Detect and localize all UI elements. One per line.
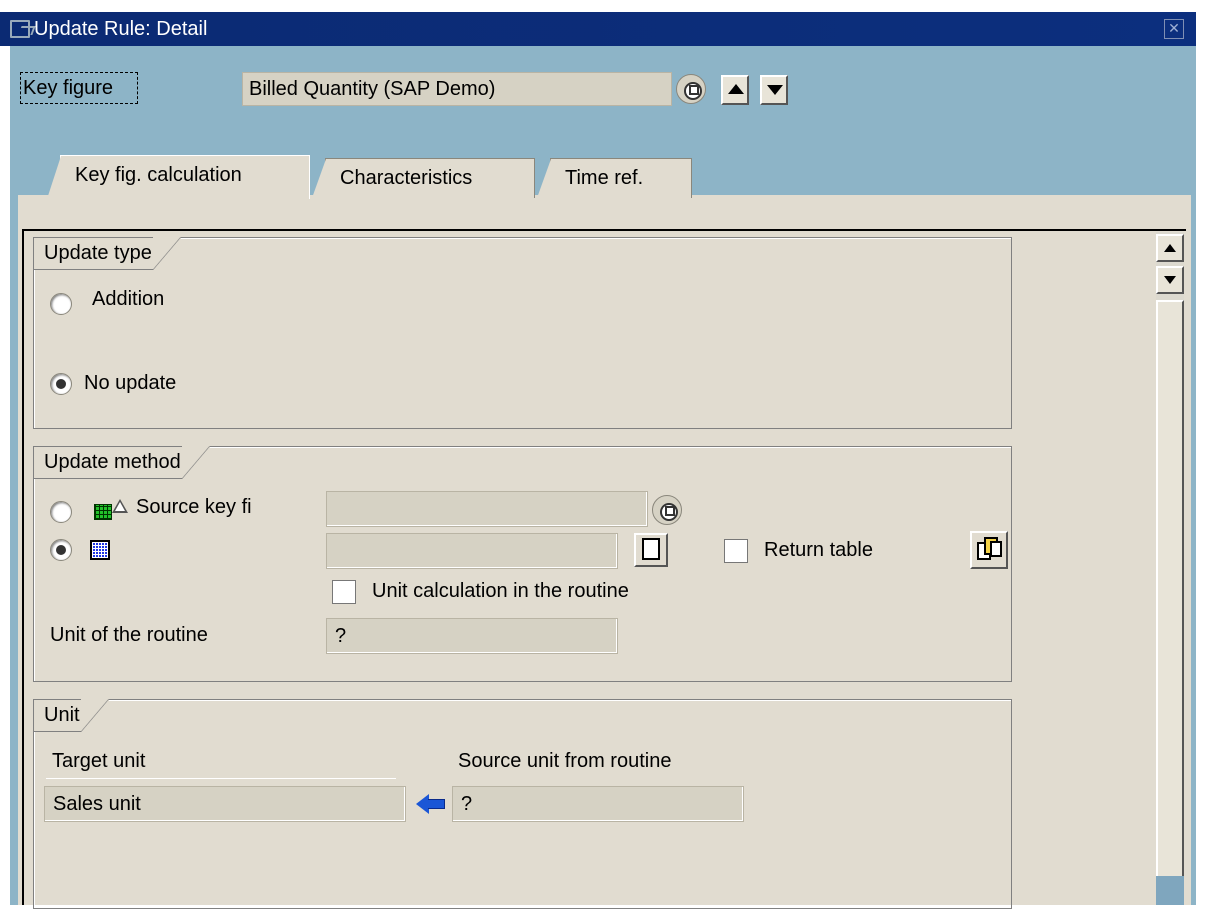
- group-title: Unit: [34, 699, 109, 732]
- scroll-down-button[interactable]: [1156, 266, 1184, 294]
- right-margin: [1196, 0, 1224, 905]
- group-title: Update method: [34, 446, 210, 479]
- source-key-figure-field[interactable]: [326, 491, 648, 527]
- unit-of-routine-field[interactable]: ?: [326, 618, 618, 654]
- key-figure-label: Key figure: [20, 72, 138, 104]
- routine-field[interactable]: [326, 533, 618, 569]
- close-icon[interactable]: ✕: [1164, 19, 1184, 39]
- target-unit-field[interactable]: Sales unit: [44, 786, 406, 822]
- addition-label: Addition: [92, 288, 165, 310]
- source-unit-field[interactable]: ?: [452, 786, 744, 822]
- unit-calculation-label: Unit calculation in the routine: [372, 580, 629, 602]
- window-title: Update Rule: Detail: [34, 18, 208, 40]
- key-figure-value-help-icon[interactable]: [676, 74, 706, 104]
- source-key-figure-label: Source key fi: [136, 496, 252, 518]
- tab-label: Key fig. calculation: [75, 164, 242, 186]
- radio-routine[interactable]: [50, 539, 72, 561]
- arrow-down-icon: [1164, 276, 1176, 284]
- key-figure-field[interactable]: Billed Quantity (SAP Demo): [242, 72, 672, 106]
- infoobject-icon: [94, 504, 112, 520]
- arrow-left-icon: [416, 794, 446, 814]
- scroll-thumb[interactable]: [1156, 300, 1184, 905]
- no-update-label: No update: [84, 372, 177, 394]
- radio-addition[interactable]: [50, 293, 72, 315]
- unit-group: Unit Target unit Source unit from routin…: [33, 699, 1012, 909]
- arrow-up-icon: [1164, 244, 1176, 252]
- arrow-down-icon: [767, 85, 783, 95]
- radio-no-update[interactable]: [50, 373, 72, 395]
- copy-routine-button[interactable]: [970, 531, 1008, 569]
- left-margin: [0, 46, 10, 905]
- tab-time-ref[interactable]: Time ref.: [537, 158, 692, 198]
- top-margin: [0, 0, 1196, 12]
- routine-icon: [90, 540, 110, 560]
- scroll-track: [1156, 876, 1184, 905]
- update-method-group: Update method Source key fi Return table…: [33, 446, 1012, 682]
- unit-calculation-checkbox[interactable]: [332, 580, 356, 604]
- window-titlebar: Update Rule: Detail ✕: [0, 12, 1196, 46]
- tab-label: Time ref.: [565, 167, 644, 189]
- source-unit-label: Source unit from routine: [458, 750, 672, 772]
- previous-key-figure-button[interactable]: [721, 75, 749, 105]
- unit-of-routine-label: Unit of the routine: [50, 624, 208, 646]
- copy-icon: [990, 541, 1002, 557]
- radio-source-key-figure[interactable]: [50, 501, 72, 523]
- vertical-scrollbar[interactable]: [1156, 232, 1184, 905]
- scroll-up-button[interactable]: [1156, 234, 1184, 262]
- group-title: Update type: [34, 237, 181, 270]
- tab-characteristics[interactable]: Characteristics: [312, 158, 535, 198]
- return-table-label: Return table: [764, 539, 873, 561]
- source-key-figure-value-help-icon[interactable]: [652, 495, 682, 525]
- document-icon: [642, 538, 660, 560]
- update-type-group: Update type Addition No update: [33, 237, 1012, 429]
- next-key-figure-button[interactable]: [760, 75, 788, 105]
- tab-key-fig-calculation[interactable]: Key fig. calculation: [47, 155, 310, 199]
- arrow-up-icon: [728, 84, 744, 94]
- window-icon: [10, 20, 30, 38]
- target-unit-label: Target unit: [52, 750, 146, 772]
- tab-label: Characteristics: [340, 167, 473, 189]
- warning-icon: [112, 499, 128, 513]
- return-table-checkbox[interactable]: [724, 539, 748, 563]
- create-routine-button[interactable]: [634, 533, 668, 567]
